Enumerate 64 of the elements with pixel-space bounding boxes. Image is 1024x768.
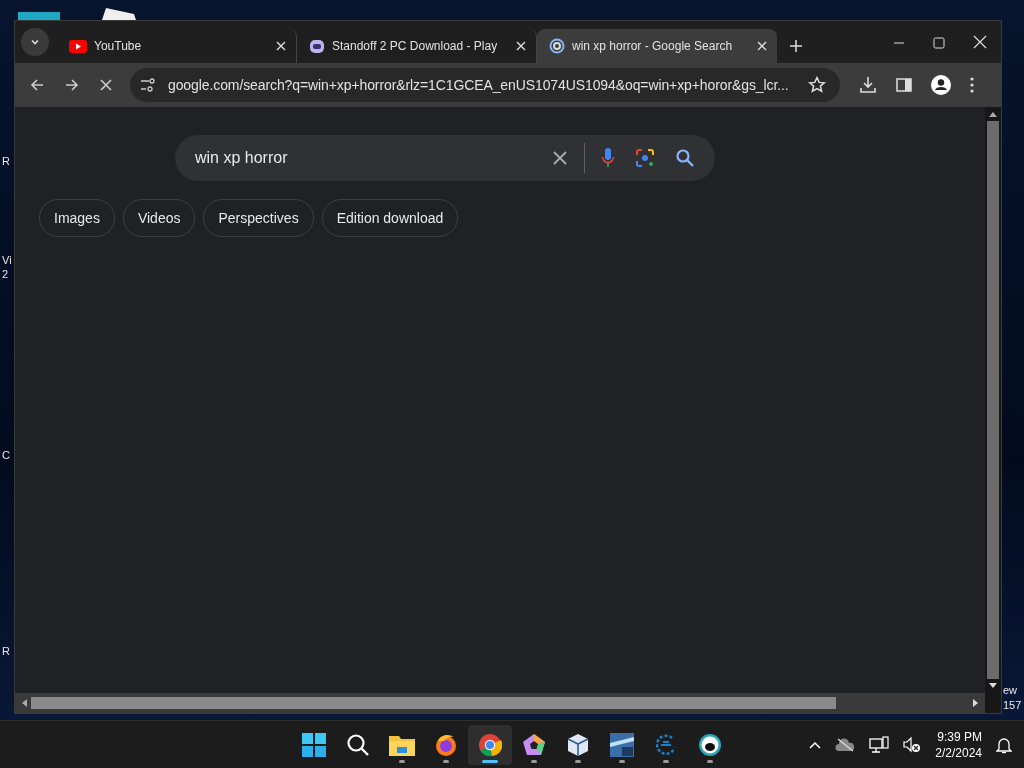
scroll-right-icon[interactable]: [973, 699, 979, 707]
fox-globe-icon: [434, 733, 458, 757]
menu-icon[interactable]: [970, 77, 974, 93]
spinner-icon: [549, 38, 565, 54]
close-icon[interactable]: [516, 41, 526, 51]
taskbar-app-button[interactable]: [468, 725, 512, 765]
stop-icon[interactable]: [99, 78, 113, 92]
browser-tab[interactable]: win xp horror - Google Search: [537, 29, 777, 63]
windows-logo-icon: [302, 733, 326, 757]
clock-date[interactable]: 2/2/2024: [935, 745, 982, 761]
network-icon[interactable]: [869, 736, 890, 754]
close-icon[interactable]: [973, 35, 987, 49]
bell-icon[interactable]: [996, 736, 1012, 754]
scroll-thumb[interactable]: [31, 697, 836, 709]
clear-icon[interactable]: [552, 150, 568, 166]
desktop-icon-label: R: [2, 645, 10, 658]
cube-icon: [567, 733, 589, 757]
speaker-muted-icon[interactable]: [903, 737, 922, 753]
camera-icon[interactable]: [635, 148, 655, 168]
url-text: google.com/search?q=win+xp+horror&rlz=1C1GCEA_enUS1074US1094&oq=win+xp+horor&gs_lcr...: [168, 77, 790, 93]
maximize-icon[interactable]: [933, 37, 945, 49]
search-field[interactable]: win xp horror: [175, 135, 715, 181]
desktop-icon-label: Vi: [2, 254, 12, 267]
download-icon[interactable]: [859, 76, 877, 94]
vertical-scrollbar[interactable]: [985, 107, 1001, 693]
clock-time[interactable]: 9:39 PM: [937, 729, 982, 745]
new-tab-icon[interactable]: [789, 39, 803, 53]
microphone-icon[interactable]: [601, 147, 615, 169]
screaming-face-icon: [698, 733, 722, 757]
desktop-icon-label: C: [2, 449, 10, 462]
scroll-left-icon[interactable]: [21, 699, 27, 707]
tab-title: YouTube: [94, 39, 143, 53]
desktop-icon-label: ew: [1003, 684, 1018, 697]
browser-logo-icon: [478, 733, 502, 757]
scroll-down-icon[interactable]: [989, 683, 997, 689]
play-icon: [69, 39, 87, 53]
side-panel-icon[interactable]: [896, 77, 912, 93]
horizontal-scrollbar[interactable]: [15, 693, 985, 713]
window-tiles-icon: [610, 733, 634, 757]
tab-title: Standoff 2 PC Download - Play: [332, 39, 499, 53]
site-settings-icon[interactable]: [140, 78, 156, 92]
tab-title: win xp horror - Google Search: [572, 39, 734, 53]
cloud-off-icon[interactable]: [835, 738, 856, 752]
face-icon: [309, 38, 325, 54]
desktop-icon-label: 2: [2, 268, 9, 281]
profile-icon[interactable]: [931, 75, 951, 95]
search-icon: [346, 733, 370, 757]
desktop-icon-label: R: [2, 155, 10, 168]
search-icon[interactable]: [675, 148, 695, 168]
address-bar[interactable]: google.com/search?q=win+xp+horror&rlz=1C1GCEA_enUS1074US1094&oq=win+xp+horor&gs_lcr...: [130, 68, 840, 102]
chevron-up-icon[interactable]: [809, 741, 822, 749]
desktop-icon-label: 157: [1003, 699, 1022, 712]
close-icon[interactable]: [757, 41, 767, 51]
star-icon[interactable]: [808, 76, 826, 94]
scrollbar-corner: [985, 693, 1001, 713]
forward-icon[interactable]: [64, 77, 80, 93]
close-icon[interactable]: [276, 41, 286, 51]
scroll-up-icon[interactable]: [989, 111, 997, 117]
tab-list-button[interactable]: [21, 28, 49, 56]
folder-icon: [389, 734, 415, 756]
scroll-thumb[interactable]: [987, 121, 999, 679]
search-query: win xp horror: [195, 149, 289, 167]
back-icon[interactable]: [29, 77, 45, 93]
pentagon-icon: [522, 733, 546, 757]
